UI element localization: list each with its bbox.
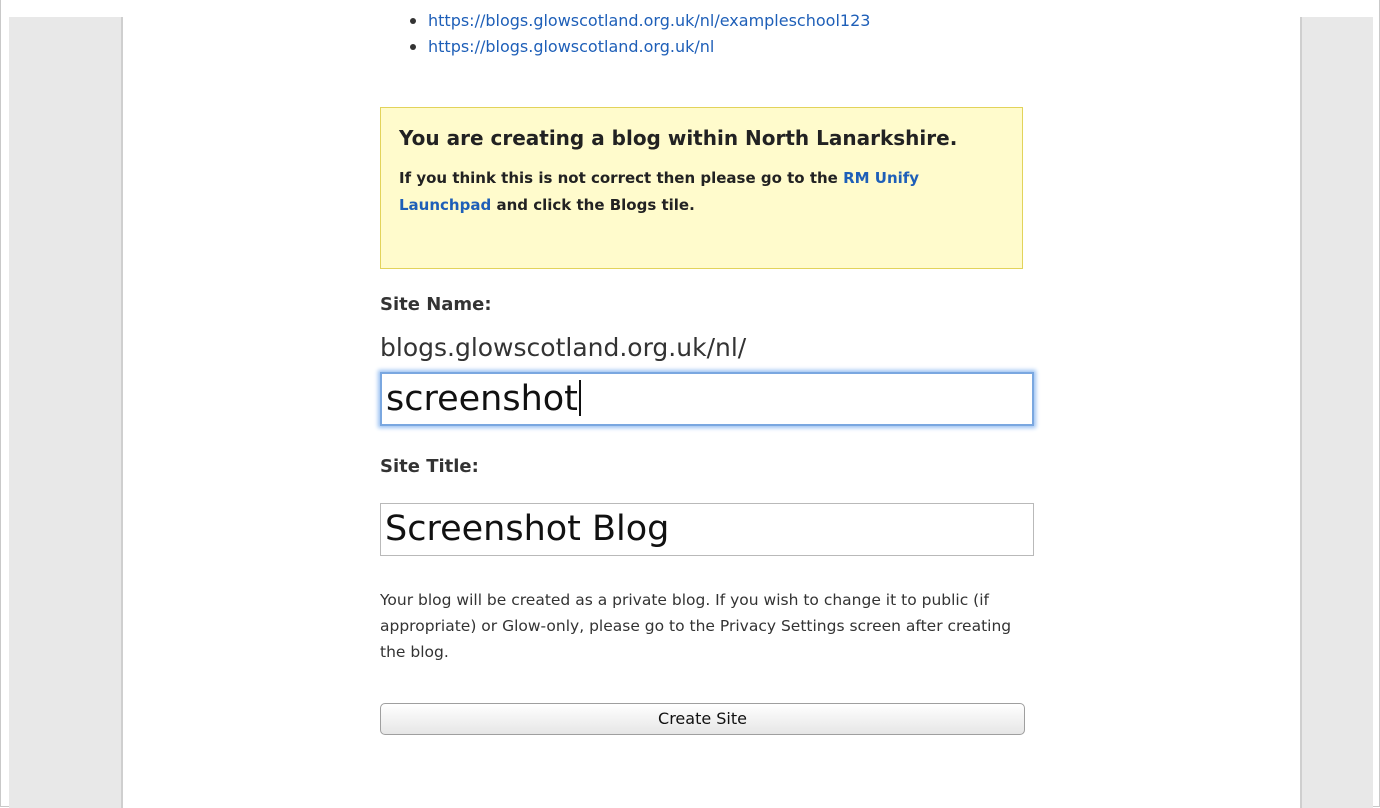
right-gutter [1300,17,1373,808]
site-title-input[interactable]: Screenshot Blog [380,503,1034,556]
site-title-label: Site Title: [380,456,479,477]
list-item: https://blogs.glowscotland.org.uk/nl [410,34,870,60]
example-url-link[interactable]: https://blogs.glowscotland.org.uk/nl [428,37,714,56]
notice-text-after: and click the Blogs tile. [491,196,695,214]
site-name-input[interactable]: screenshot [380,372,1034,426]
notice-title: You are creating a blog within North Lan… [399,126,958,150]
create-site-button[interactable]: Create Site [380,703,1025,735]
privacy-info-text: Your blog will be created as a private b… [380,591,1012,661]
notice-text-before: If you think this is not correct then pl… [399,169,844,187]
left-gutter [9,17,123,808]
list-item: https://blogs.glowscotland.org.uk/nl/exa… [410,8,870,34]
notice-text: If you think this is not correct then pl… [399,165,1004,219]
example-url-link[interactable]: https://blogs.glowscotland.org.uk/nl/exa… [428,11,870,30]
region-notice-box: You are creating a blog within North Lan… [380,107,1023,269]
site-name-value: screenshot [386,379,578,419]
site-name-prefix: blogs.glowscotland.org.uk/nl/ [380,333,747,362]
site-name-label: Site Name: [380,294,492,315]
text-caret [578,380,581,416]
example-url-list: https://blogs.glowscotland.org.uk/nl/exa… [410,8,870,60]
site-title-value: Screenshot Blog [385,509,670,549]
